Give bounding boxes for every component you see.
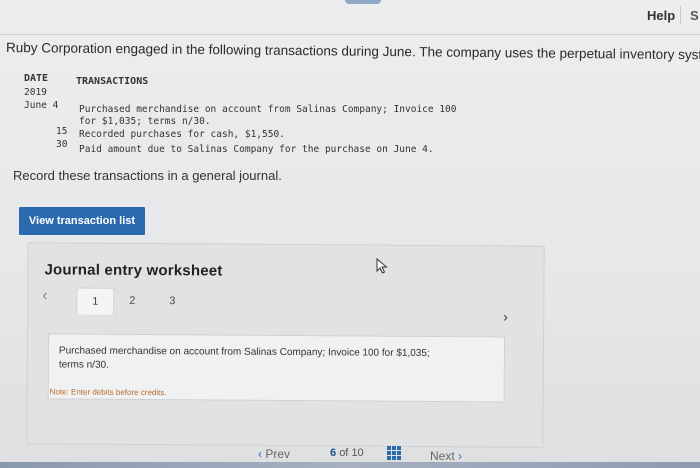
next-button[interactable]: Next › [430,449,462,463]
row-date: June 4 [24,100,59,111]
chevron-right-icon[interactable]: › [503,309,508,325]
column-header-transactions: TRANSACTIONS [76,76,149,87]
page-indicator: 6 of 10 [330,447,364,459]
row-text: Purchased merchandise on account from Sa… [79,104,457,115]
chevron-right-icon: › [458,449,463,463]
transaction-description: Purchased merchandise on account from Sa… [58,345,430,371]
row-text: Recorded purchases for cash, $1,550. [79,129,285,140]
mouse-cursor-icon [376,258,388,274]
debits-note: Note: Enter debits before credits. [49,387,167,398]
grid-icon[interactable] [387,446,401,460]
next-label: Next [430,449,455,463]
column-header-date: DATE [24,73,49,84]
truncated-toolbar-link[interactable]: S [690,8,699,23]
chevron-left-icon: ‹ [258,447,262,461]
chevron-left-icon[interactable]: ‹ [42,287,47,305]
problem-intro: Ruby Corporation engaged in the followin… [5,40,700,63]
bottom-border [0,462,700,468]
top-toolbar: Help S [0,0,700,35]
worksheet-title: Journal entry worksheet [44,261,223,280]
worksheet-tab-3[interactable]: 3 [154,288,190,314]
help-link[interactable]: Help [647,8,675,23]
row-text-continued: for $1,035; terms n/30. [79,116,211,127]
row-date: 30 [56,139,68,150]
row-text: Paid amount due to Salinas Company for t… [79,144,434,155]
worksheet-tab-1[interactable]: 1 [76,287,115,315]
top-tab-button[interactable] [345,0,381,4]
table-year: 2019 [24,87,47,98]
page-of-label: of [339,447,349,459]
prev-label: Prev [265,447,291,461]
view-transaction-list-button[interactable]: View transaction list [19,207,145,235]
prev-button[interactable]: ‹ Prev [258,447,290,461]
toolbar-separator [680,6,681,24]
current-page: 6 [330,447,337,459]
total-pages: 10 [351,447,364,459]
row-date: 15 [56,126,68,137]
journal-entry-worksheet: Journal entry worksheet ‹ 1 2 3 › Purcha… [26,242,545,448]
instruction-text: Record these transactions in a general j… [13,168,282,183]
worksheet-tab-2[interactable]: 2 [114,288,150,314]
